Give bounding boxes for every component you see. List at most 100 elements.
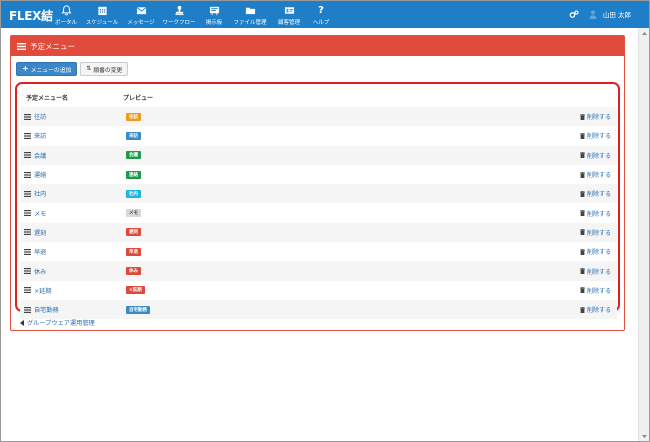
gears-icon[interactable]: [569, 9, 579, 19]
menu-name-label: ×延期: [34, 287, 52, 295]
list-icon: [17, 42, 26, 50]
list-icon: [24, 132, 31, 139]
table-row: 来訪 来訪 削除する: [20, 126, 617, 145]
list-icon: [24, 229, 31, 236]
trash-icon: [579, 229, 585, 236]
list-icon: [24, 306, 31, 313]
trash-icon: [579, 210, 585, 217]
preview-badge: 来訪: [126, 131, 141, 140]
menu-name-link[interactable]: 社内: [24, 189, 46, 198]
menu-name-link[interactable]: 来訪: [24, 131, 46, 140]
scroll-down-arrow[interactable]: [639, 431, 649, 441]
bell-icon: [61, 5, 71, 16]
preview-badge: 自宅勤務: [126, 305, 150, 314]
preview-badge: 休み: [126, 267, 141, 276]
reorder-button[interactable]: ⇅ 順番の変更: [80, 62, 129, 76]
question-icon: ?: [318, 5, 324, 16]
delete-link[interactable]: 削除する: [579, 305, 611, 315]
delete-link[interactable]: 削除する: [579, 267, 611, 276]
reorder-label: 順番の変更: [93, 67, 123, 74]
delete-link[interactable]: 削除する: [579, 189, 611, 199]
table-row: 往訪 往訪 削除する: [20, 107, 617, 127]
app-logo[interactable]: FLEX結: [9, 7, 53, 24]
list-icon: [24, 171, 31, 178]
sort-arrows-icon: ⇅: [86, 65, 92, 72]
nav-customer[interactable]: 顧客管理: [271, 1, 307, 28]
delete-label: 削除する: [586, 210, 611, 218]
menu-name-label: 往訪: [34, 114, 47, 122]
menu-name-link[interactable]: 自宅勤務: [24, 305, 59, 314]
delete-label: 削除する: [586, 287, 611, 295]
menu-name-label: メモ: [34, 210, 47, 218]
nav-board[interactable]: 掲示板: [199, 1, 229, 28]
menu-name-label: 早退: [34, 249, 47, 257]
trash-icon: [579, 248, 585, 255]
stamp-icon: [174, 5, 184, 16]
delete-link[interactable]: 削除する: [579, 286, 611, 295]
menu-name-link[interactable]: ×延期: [24, 286, 52, 295]
delete-label: 削除する: [586, 307, 611, 315]
main-nav: ポータル スケジュール メッセージ ワークフロー 掲示板 ファイル管理 顧客管理…: [51, 1, 335, 28]
folder-icon: [245, 7, 255, 15]
back-to-admin-link[interactable]: グループウェア運用管理: [20, 318, 95, 327]
table-row: 会議 会議 削除する: [20, 145, 617, 165]
delete-link[interactable]: 削除する: [579, 151, 611, 160]
trash-icon: [579, 268, 585, 275]
delete-link[interactable]: 削除する: [579, 170, 611, 180]
menu-name-link[interactable]: 遅刻: [24, 228, 46, 237]
delete-link[interactable]: 削除する: [579, 131, 611, 141]
delete-label: 削除する: [586, 133, 611, 141]
nav-help[interactable]: ? ヘルプ: [307, 1, 335, 28]
table-row: 休み 休み 削除する: [20, 261, 617, 281]
menu-name-link[interactable]: 運絡: [24, 170, 46, 179]
trash-icon: [579, 171, 585, 178]
delete-link[interactable]: 削除する: [579, 247, 611, 256]
preview-badge: メモ: [126, 209, 141, 218]
user-name[interactable]: 山田 太郎: [603, 9, 631, 19]
list-icon: [24, 190, 31, 197]
nav-label: 掲示板: [205, 20, 223, 26]
menu-name-link[interactable]: メモ: [24, 209, 46, 218]
menu-name-label: 社内: [34, 191, 47, 199]
nav-schedule[interactable]: スケジュール: [81, 1, 123, 28]
menu-name-link[interactable]: 会議: [24, 151, 46, 160]
table-row: ×延期 ×延期 削除する: [20, 281, 617, 300]
table-row: 運絡 連絡 削除する: [20, 165, 617, 184]
menu-name-link[interactable]: 早退: [24, 247, 46, 256]
nav-workflow[interactable]: ワークフロー: [159, 1, 199, 28]
list-icon: [24, 113, 31, 120]
delete-label: 削除する: [586, 229, 611, 237]
back-link-label: グループウェア運用管理: [27, 320, 95, 327]
schedule-menu-panel: 予定メニュー + メニューの追加 ⇅ 順番の変更 予定メニュー名 プレビュー 往…: [10, 35, 625, 331]
delete-link[interactable]: 削除する: [579, 228, 611, 237]
scroll-up-arrow[interactable]: [639, 28, 649, 38]
nav-label: スケジュール: [85, 20, 119, 26]
nav-file[interactable]: ファイル管理: [229, 1, 271, 28]
panel-title: 予定メニュー: [30, 41, 75, 51]
vertical-scrollbar[interactable]: [638, 28, 649, 441]
delete-label: 削除する: [586, 172, 611, 180]
column-header-name: 予定メニュー名: [26, 94, 69, 102]
delete-link[interactable]: 削除する: [579, 112, 611, 122]
delete-label: 削除する: [586, 191, 611, 199]
menu-name-link[interactable]: 休み: [24, 267, 46, 276]
preview-badge: 早退: [126, 247, 141, 256]
nav-portal[interactable]: ポータル: [51, 1, 81, 28]
app-window: FLEX結 ポータル スケジュール メッセージ ワークフロー 掲示板 ファイル管…: [0, 0, 650, 442]
nav-label: 顧客管理: [277, 20, 300, 26]
nav-label: メッセージ: [127, 20, 155, 26]
trash-icon: [579, 287, 585, 294]
menu-name-label: 自宅勤務: [34, 307, 59, 315]
table-row: 社内 社内 削除する: [20, 184, 617, 204]
preview-badge: 往訪: [126, 112, 141, 121]
panel-toolbar: + メニューの追加 ⇅ 順番の変更: [16, 62, 129, 76]
list-icon: [24, 152, 31, 159]
trash-icon: [579, 152, 585, 159]
envelope-icon: [136, 7, 146, 15]
nav-message[interactable]: メッセージ: [123, 1, 159, 28]
delete-link[interactable]: 削除する: [579, 209, 611, 218]
preview-badge: 連絡: [126, 170, 141, 179]
delete-label: 削除する: [586, 114, 611, 122]
add-menu-button[interactable]: + メニューの追加: [16, 62, 78, 76]
menu-name-link[interactable]: 往訪: [24, 112, 46, 121]
